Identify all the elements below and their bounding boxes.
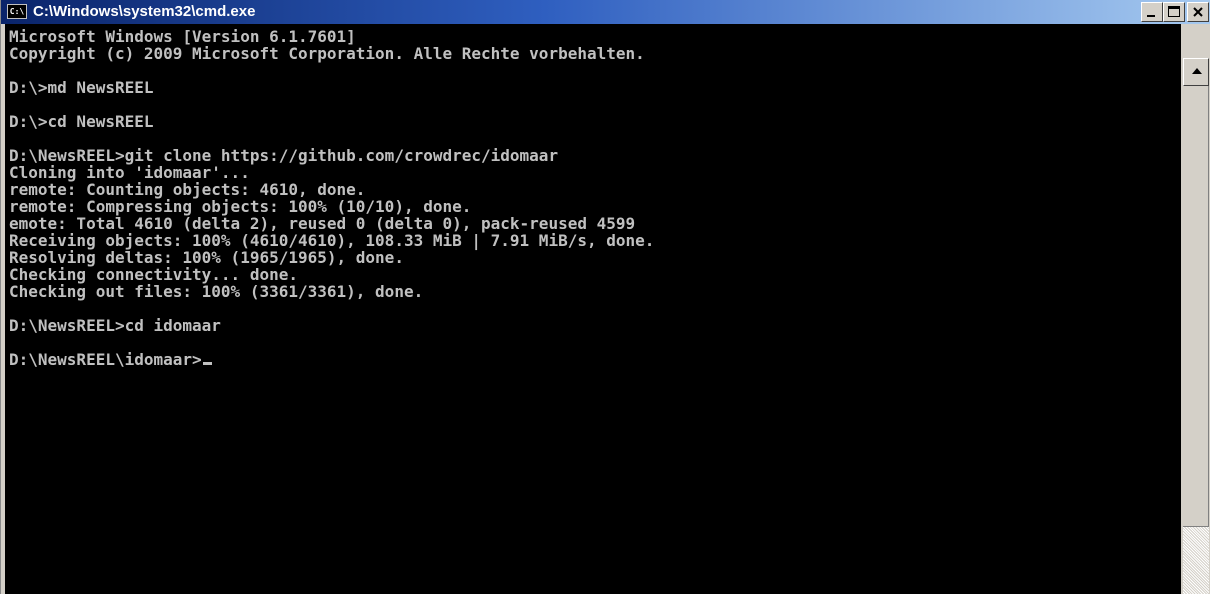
maximize-button[interactable] (1163, 2, 1185, 22)
console-line: D:\NewsREEL>git clone https://github.com… (9, 146, 559, 165)
vertical-scrollbar[interactable] (1181, 24, 1210, 594)
window-title: C:\Windows\system32\cmd.exe (33, 3, 256, 20)
cmd-app-icon[interactable]: C:\ (7, 4, 27, 19)
console-text: Microsoft Windows [Version 6.1.7601] Copy… (5, 24, 1181, 368)
console-line: Checking out files: 100% (3361/3361), do… (9, 282, 424, 301)
minimize-icon (1147, 15, 1155, 17)
console-line: Resolving deltas: 100% (1965/1965), done… (9, 248, 404, 267)
console-line: Receiving objects: 100% (4610/4610), 108… (9, 231, 655, 250)
console-line: Checking connectivity... done. (9, 265, 298, 284)
console-line: Microsoft Windows [Version 6.1.7601] (9, 27, 356, 46)
title-bar[interactable]: C:\ C:\Windows\system32\cmd.exe (1, 0, 1210, 24)
text-cursor (202, 362, 212, 365)
minimize-button[interactable] (1141, 2, 1163, 22)
close-icon (1193, 7, 1203, 17)
console-line: Copyright (c) 2009 Microsoft Corporation… (9, 44, 645, 63)
cmd-window: C:\ C:\Windows\system32\cmd.exe Microsof… (0, 0, 1210, 594)
console-line: D:\NewsREEL>cd idomaar (9, 316, 221, 335)
caption-buttons (1141, 2, 1209, 22)
console-output[interactable]: Microsoft Windows [Version 6.1.7601] Copy… (5, 24, 1181, 594)
console-line: emote: Total 4610 (delta 2), reused 0 (d… (9, 214, 636, 233)
maximize-icon (1168, 6, 1180, 17)
up-arrow-icon (1192, 68, 1202, 74)
console-line: Cloning into 'idomaar'... (9, 163, 250, 182)
scroll-up-button[interactable] (1183, 58, 1209, 86)
console-line: D:\>cd NewsREEL (9, 112, 154, 131)
close-button[interactable] (1187, 2, 1209, 22)
console-line: D:\>md NewsREEL (9, 78, 154, 97)
console-line: D:\NewsREEL\idomaar> (9, 351, 1181, 368)
console-line: remote: Compressing objects: 100% (10/10… (9, 197, 472, 216)
console-line: remote: Counting objects: 4610, done. (9, 180, 366, 199)
scroll-track-lower[interactable] (1183, 526, 1209, 594)
scroll-track[interactable] (1183, 86, 1209, 526)
